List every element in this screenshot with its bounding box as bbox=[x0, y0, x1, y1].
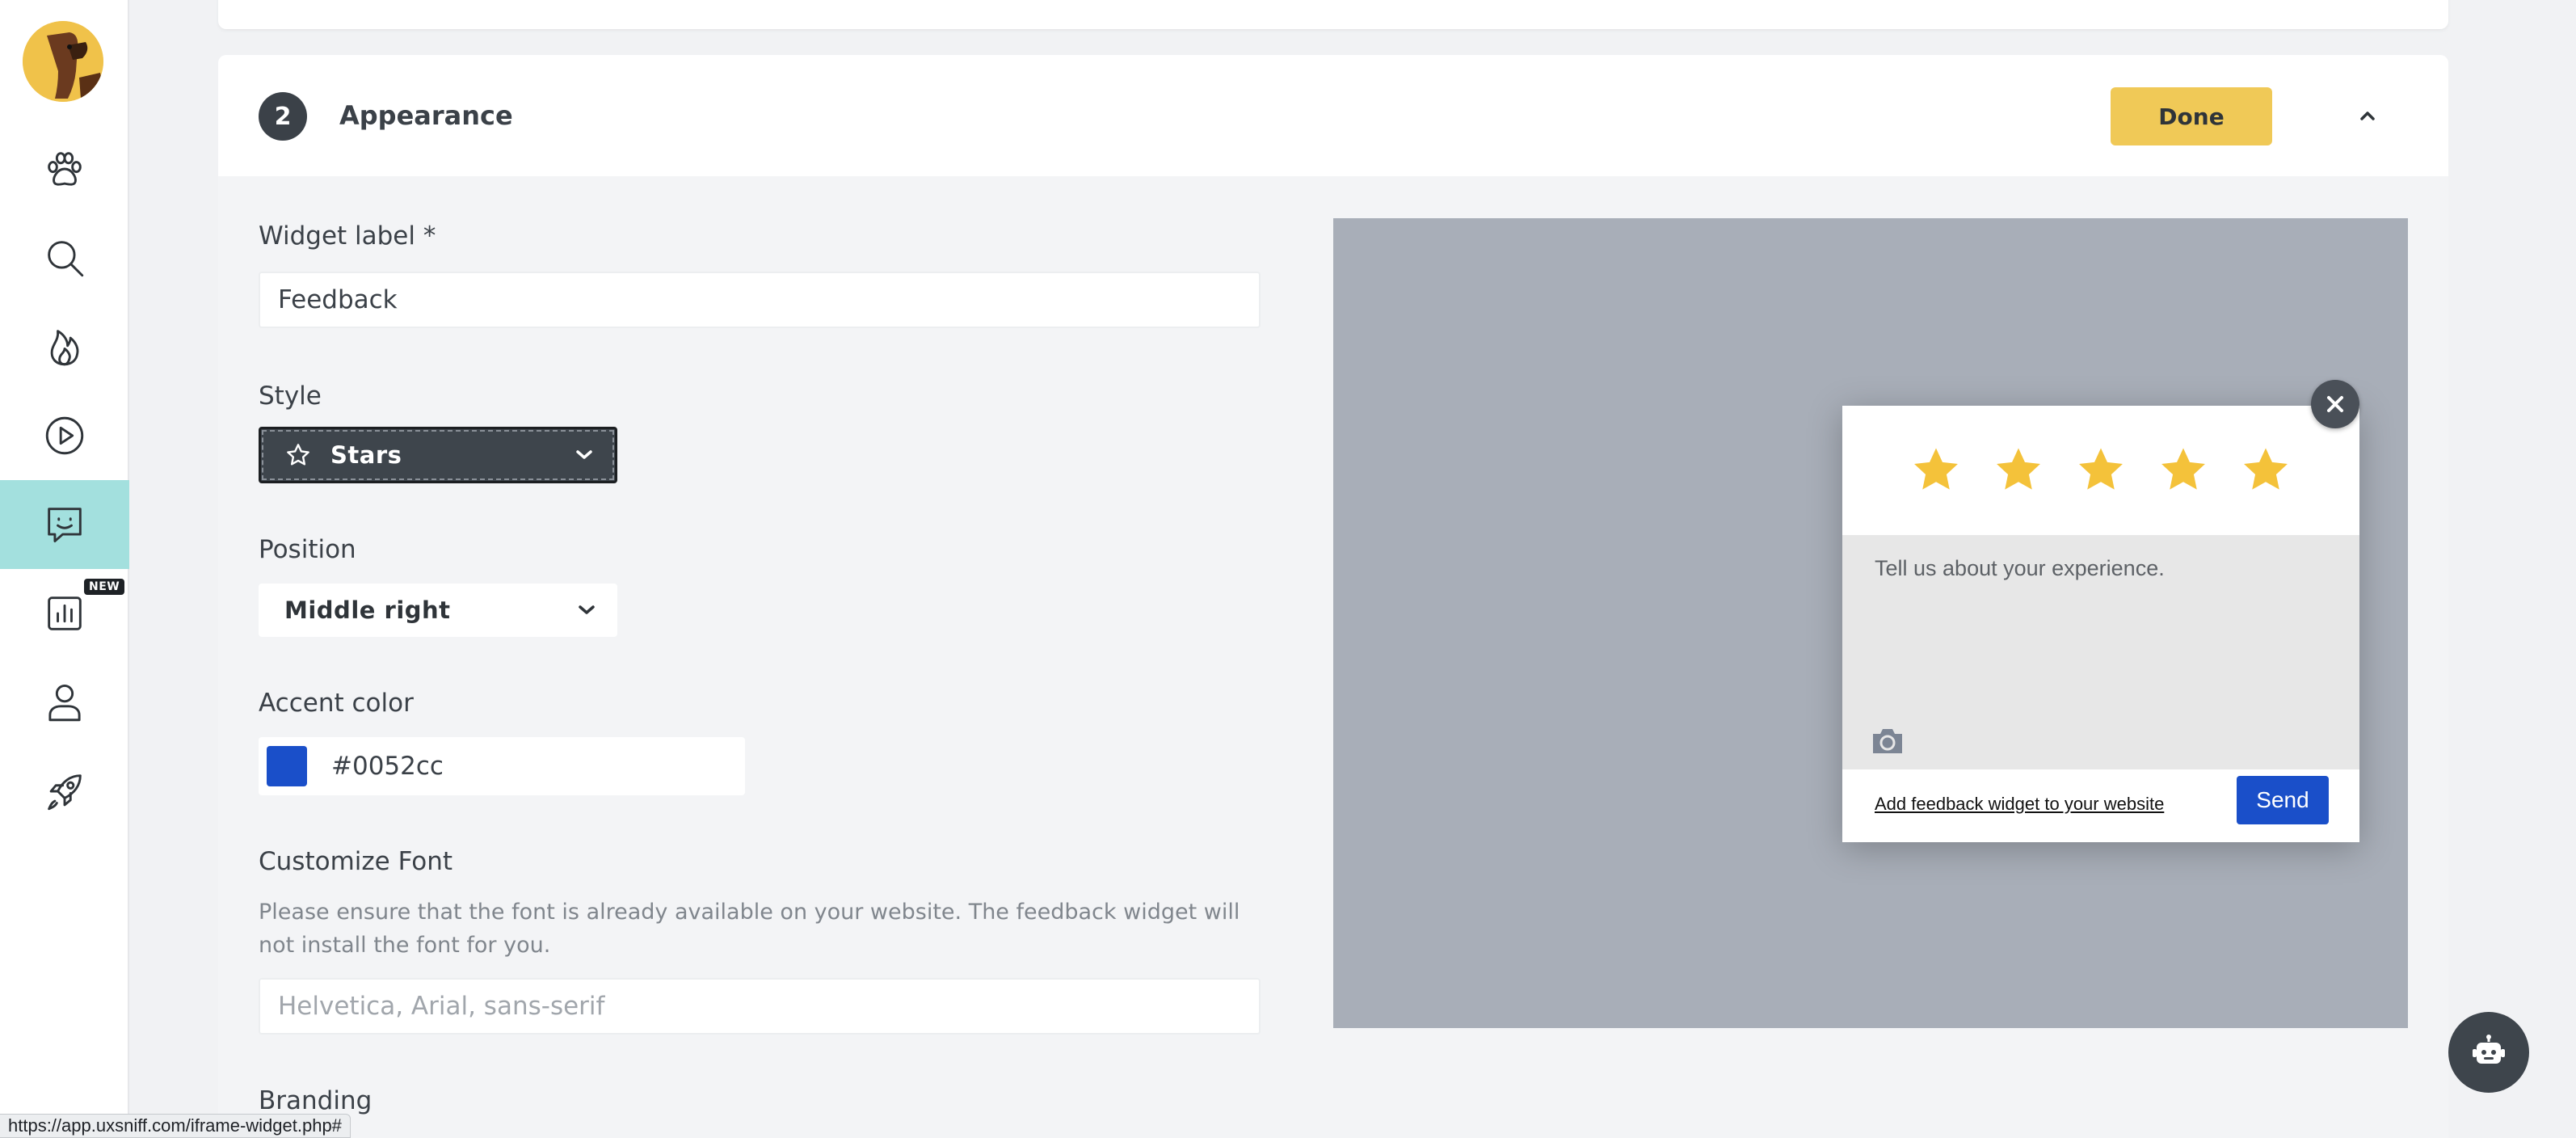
chevron-down-icon bbox=[575, 449, 594, 462]
widget-label-label: Widget label * bbox=[259, 221, 436, 251]
star-icon[interactable] bbox=[2239, 444, 2292, 497]
add-widget-link[interactable]: Add feedback widget to your website bbox=[1875, 794, 2164, 815]
robot-icon bbox=[2473, 1035, 2505, 1064]
style-select[interactable]: Stars bbox=[259, 427, 617, 483]
widget-preview: Tell us about your experience. Add feedb… bbox=[1333, 218, 2408, 1028]
chevron-down-icon bbox=[577, 604, 596, 617]
font-input[interactable]: Helvetica, Arial, sans-serif bbox=[259, 978, 1261, 1035]
rocket-icon bbox=[48, 774, 82, 811]
flame-icon bbox=[50, 330, 79, 366]
feedback-widget-preview: Tell us about your experience. Add feedb… bbox=[1842, 406, 2359, 842]
star-rating bbox=[1842, 406, 2359, 535]
star-icon[interactable] bbox=[1909, 444, 1963, 497]
nav-item-feedback[interactable] bbox=[0, 480, 129, 569]
nav-item-heatmaps[interactable] bbox=[0, 302, 129, 391]
star-icon[interactable] bbox=[2074, 444, 2128, 497]
accent-color-label: Accent color bbox=[259, 689, 414, 718]
style-label: Style bbox=[259, 381, 322, 411]
nav-item-paw[interactable] bbox=[0, 124, 129, 213]
feedback-textarea[interactable]: Tell us about your experience. bbox=[1842, 535, 2359, 769]
nav-item-analytics[interactable]: NEW bbox=[0, 569, 129, 658]
send-button[interactable]: Send bbox=[2237, 776, 2329, 824]
widget-footer: Add feedback widget to your website Send bbox=[1842, 769, 2359, 842]
star-icon[interactable] bbox=[1992, 444, 2045, 497]
nav-item-getting-started[interactable] bbox=[0, 747, 129, 836]
position-select[interactable]: Middle right bbox=[259, 584, 617, 637]
nav-item-recordings[interactable] bbox=[0, 391, 129, 480]
feedback-chat-icon bbox=[48, 508, 82, 542]
star-outline-icon bbox=[287, 444, 309, 466]
branding-label: Branding bbox=[259, 1086, 373, 1115]
chatbot-button[interactable] bbox=[2448, 1012, 2529, 1093]
section-header: 2 Appearance Done bbox=[218, 55, 2448, 176]
dog-logo-icon bbox=[23, 21, 103, 102]
section-title: Appearance bbox=[339, 100, 513, 131]
play-circle-icon bbox=[45, 416, 84, 455]
previous-section-card bbox=[218, 0, 2448, 29]
paw-icon bbox=[48, 152, 82, 186]
camera-icon[interactable] bbox=[1870, 724, 1905, 757]
sidebar: NEW bbox=[0, 0, 129, 1138]
search-icon bbox=[48, 241, 84, 277]
appearance-section: 2 Appearance Done Widget label * Feedbac… bbox=[218, 55, 2448, 1138]
accent-color-value: #0052cc bbox=[331, 752, 444, 781]
new-badge: NEW bbox=[84, 579, 125, 595]
close-icon[interactable] bbox=[2311, 380, 2359, 428]
logo[interactable] bbox=[23, 21, 103, 102]
status-bar-url: https://app.uxsniff.com/iframe-widget.ph… bbox=[0, 1114, 351, 1138]
accent-color-input[interactable]: #0052cc bbox=[259, 737, 745, 795]
font-helper-text: Please ensure that the font is already a… bbox=[259, 900, 1240, 958]
widget-label-input[interactable]: Feedback bbox=[259, 272, 1261, 328]
color-swatch[interactable] bbox=[267, 746, 307, 786]
star-icon[interactable] bbox=[2157, 444, 2210, 497]
chevron-up-icon[interactable] bbox=[2351, 100, 2384, 133]
position-label: Position bbox=[259, 535, 356, 564]
nav-item-account[interactable] bbox=[0, 658, 129, 747]
style-selected-value: Stars bbox=[330, 441, 402, 469]
customize-font-label: Customize Font bbox=[259, 847, 453, 876]
feedback-placeholder: Tell us about your experience. bbox=[1875, 556, 2165, 580]
step-number: 2 bbox=[259, 92, 307, 141]
position-selected-value: Middle right bbox=[284, 596, 451, 624]
nav-item-search[interactable] bbox=[0, 213, 129, 302]
bar-chart-icon bbox=[48, 596, 82, 630]
user-icon bbox=[48, 685, 81, 722]
done-button[interactable]: Done bbox=[2111, 87, 2272, 145]
